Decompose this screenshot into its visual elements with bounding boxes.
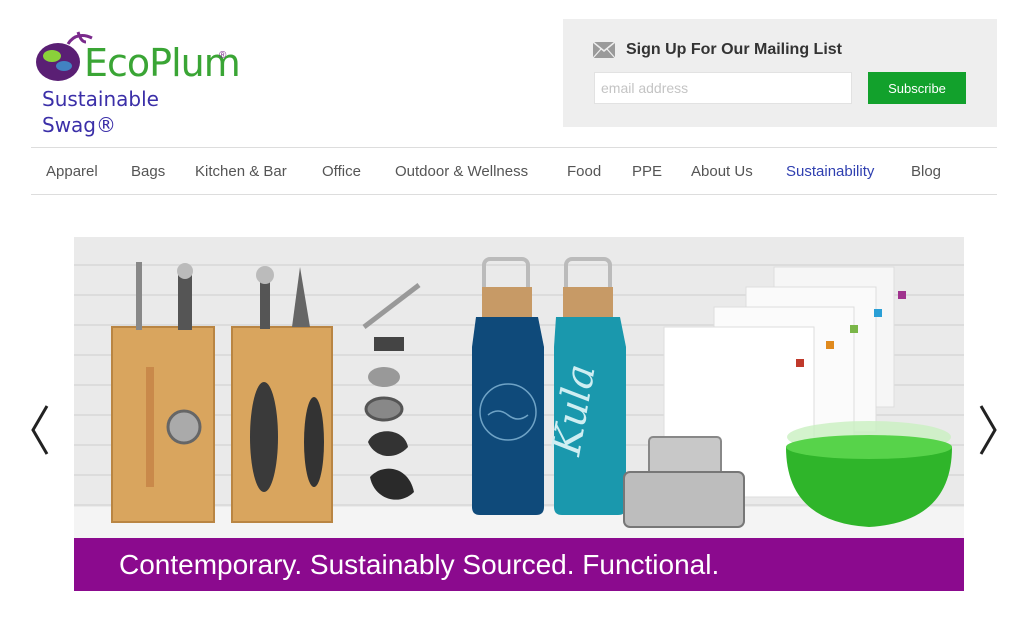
nav-item-kitchen-bar[interactable]: Kitchen & Bar xyxy=(195,163,287,180)
logo-wordmark: EcoPlum xyxy=(84,41,241,85)
logo-registered-mark: ® xyxy=(219,50,227,61)
nav-item-ppe[interactable]: PPE xyxy=(632,163,662,180)
slide-caption: Contemporary. Sustainably Sourced. Funct… xyxy=(119,549,720,580)
nav-item-bags[interactable]: Bags xyxy=(131,163,165,180)
mailing-list-box: Sign Up For Our Mailing List Subscribe xyxy=(563,19,997,127)
chevron-left-icon[interactable] xyxy=(29,404,51,456)
chevron-right-icon[interactable] xyxy=(977,404,999,456)
logo-tagline: Sustainable Swag® xyxy=(42,87,159,137)
nav-item-blog[interactable]: Blog xyxy=(911,163,941,180)
nav-item-food[interactable]: Food xyxy=(567,163,601,180)
main-nav: Apparel Bags Kitchen & Bar Office Outdoo… xyxy=(31,147,997,195)
carousel-slide[interactable]: Kula Contemporary. Sustainably Sourced. … xyxy=(74,237,964,591)
slide-caption-bar: Contemporary. Sustainably Sourced. Funct… xyxy=(74,538,964,591)
ecoplum-logo[interactable]: EcoPlum ® Sustainable Swag® xyxy=(34,28,241,137)
nav-item-office[interactable]: Office xyxy=(322,163,361,180)
envelope-icon xyxy=(593,42,615,58)
email-field[interactable] xyxy=(594,72,852,104)
product-banner-image: Kula xyxy=(74,237,964,538)
nav-item-sustainability[interactable]: Sustainability xyxy=(786,163,874,180)
nav-item-apparel[interactable]: Apparel xyxy=(46,163,98,180)
subscribe-button[interactable]: Subscribe xyxy=(868,72,966,104)
nav-item-outdoor-wellness[interactable]: Outdoor & Wellness xyxy=(395,163,528,180)
mailing-list-title: Sign Up For Our Mailing List xyxy=(626,41,842,58)
nav-item-about-us[interactable]: About Us xyxy=(691,163,753,180)
